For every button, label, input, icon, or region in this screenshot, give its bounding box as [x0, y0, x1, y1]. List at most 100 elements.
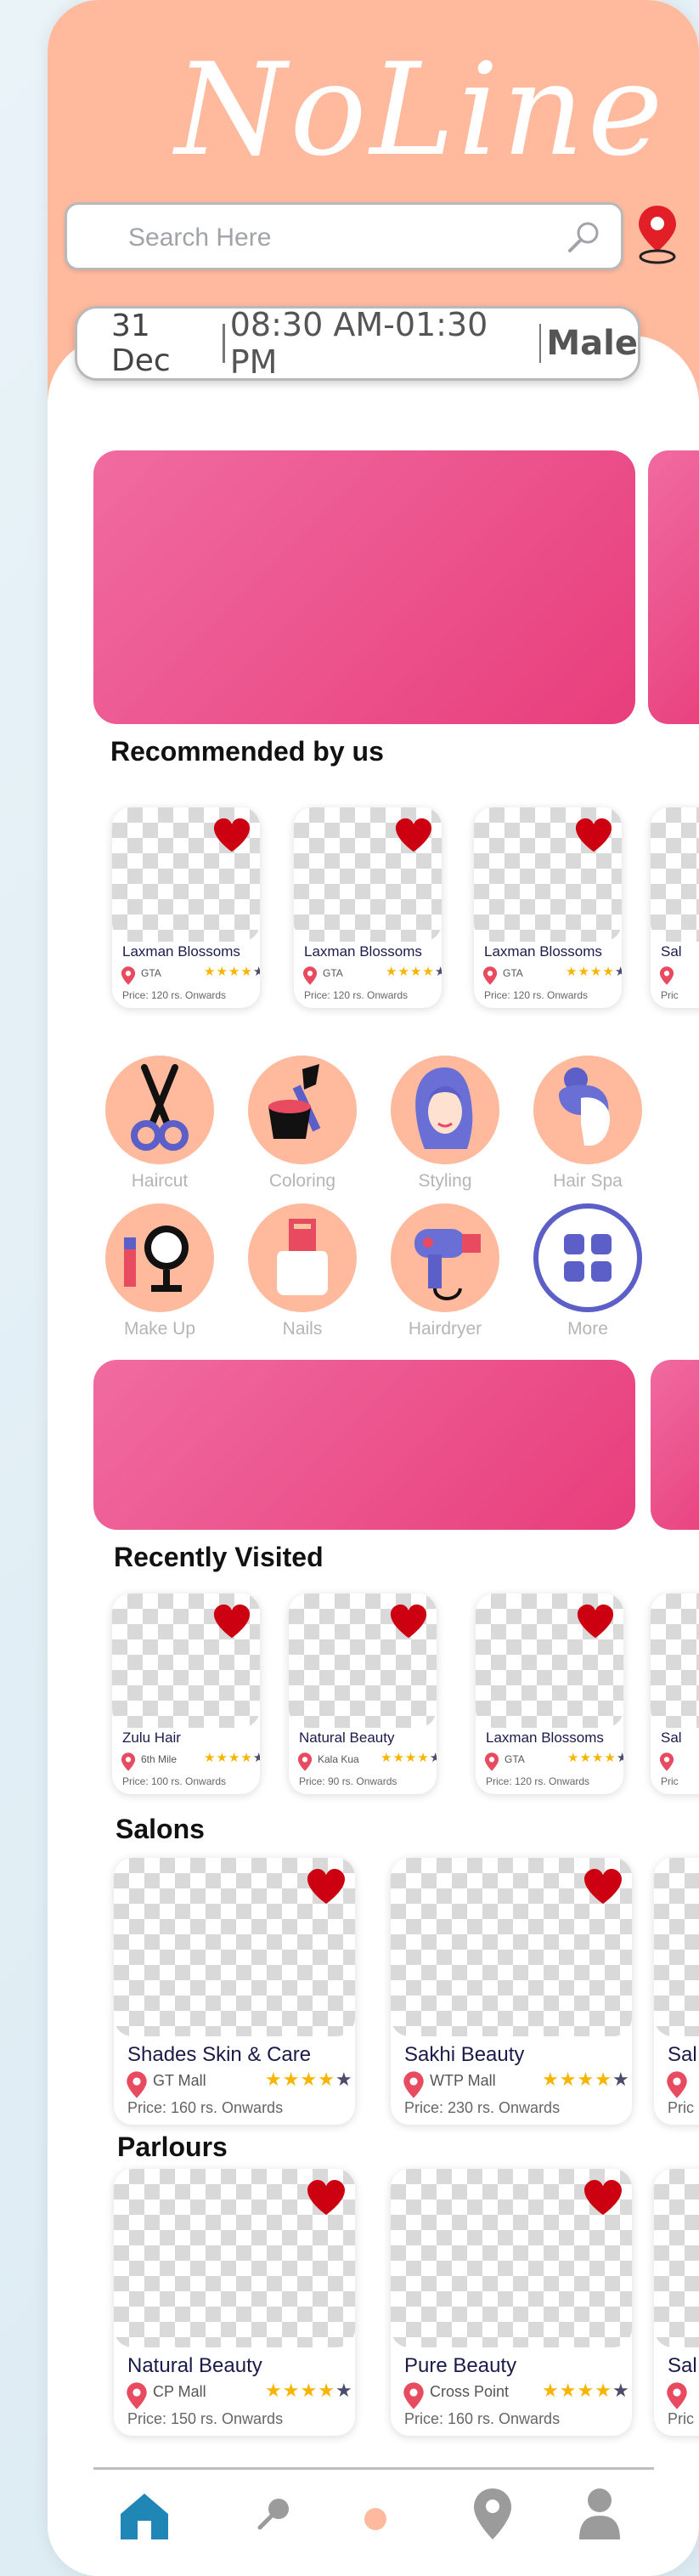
favorite-heart-icon[interactable]: [306, 2177, 347, 2222]
grid-more-icon: [538, 1209, 637, 1307]
place-name: Natural Beauty: [299, 1730, 395, 1746]
category-label: Hair Spa: [553, 1171, 623, 1191]
place-price: Price: 120 rs. Onwards: [304, 989, 409, 1001]
favorite-heart-icon[interactable]: [583, 1866, 623, 1911]
favorite-heart-icon[interactable]: [576, 1602, 615, 1645]
place-price: Pric: [661, 1775, 679, 1787]
rating-stars: ★★★★★: [542, 2380, 630, 2401]
place-card[interactable]: Sal Pric: [654, 2169, 699, 2436]
promo-banner[interactable]: [93, 1360, 635, 1530]
place-card[interactable]: Laxman Blossoms GTA ★★★★★ Price: 120 rs. On…: [112, 807, 260, 1008]
nav-divider: [93, 2467, 654, 2470]
category-styling[interactable]: [391, 1056, 499, 1164]
location-pin-icon: [659, 1752, 674, 1776]
search-input[interactable]: [127, 222, 538, 254]
promo-banner[interactable]: [93, 450, 635, 724]
place-price: Price: 230 rs. Onwards: [404, 2099, 561, 2116]
place-name: Natural Beauty: [127, 2354, 262, 2377]
rating-stars: ★★★★★: [381, 1751, 437, 1765]
place-location: GTA: [503, 967, 523, 979]
category-coloring[interactable]: [248, 1056, 357, 1164]
gender-selector[interactable]: Male: [543, 324, 638, 363]
category-label: Styling: [418, 1171, 472, 1191]
place-image: [651, 807, 699, 942]
dot-icon[interactable]: [364, 2507, 387, 2531]
place-card[interactable]: Laxman Blossoms GTA ★★★★★ Price: 120 rs. On…: [294, 807, 442, 1008]
place-card[interactable]: Zulu Hair 6th Mile ★★★★★ Price: 100 rs. Onw…: [112, 1594, 260, 1794]
place-image: [654, 1858, 699, 2036]
place-image: [654, 2169, 699, 2347]
place-image: [651, 1594, 699, 1728]
place-card[interactable]: Pure Beauty Cross Point ★★★★★ Price: 160 rs…: [391, 2169, 632, 2436]
favorite-heart-icon[interactable]: [394, 816, 433, 859]
place-name: Laxman Blossoms: [486, 1730, 604, 1746]
place-location: CP Mall: [153, 2383, 206, 2400]
place-location: GTA: [141, 967, 161, 979]
promo-banner-next[interactable]: [648, 450, 699, 724]
category-make-up[interactable]: [105, 1203, 214, 1312]
place-price: Price: 160 rs. Onwards: [404, 2410, 561, 2427]
divider: [538, 324, 542, 363]
place-name: Laxman Blossoms: [484, 943, 602, 960]
location-pin-icon: [659, 965, 674, 990]
place-card[interactable]: Shades Skin & Care GT Mall ★★★★★ Price: 160…: [114, 1858, 355, 2125]
favorite-heart-icon[interactable]: [583, 2177, 623, 2222]
place-card[interactable]: Sal Pric: [651, 1594, 699, 1794]
place-name: Shades Skin & Care: [127, 2043, 312, 2066]
place-location: Kala Kua: [318, 1753, 359, 1765]
place-name: Sal: [668, 2354, 697, 2377]
hairdryer-icon: [391, 1203, 499, 1312]
location-pin-icon: [121, 1752, 136, 1776]
rating-stars: ★★★★★: [566, 965, 622, 979]
place-price: Pric: [668, 2410, 694, 2427]
place-name: Sal: [661, 1730, 682, 1746]
location-icon[interactable]: [472, 2487, 513, 2541]
location-pin-icon: [482, 965, 498, 990]
place-price: Pric: [661, 989, 679, 1001]
time-selector[interactable]: 08:30 AM-01:30 PM: [227, 306, 531, 381]
location-pin-icon: [121, 965, 136, 990]
section-title-recommended: Recommended by us: [110, 736, 384, 767]
place-card[interactable]: Sakhi Beauty WTP Mall ★★★★★ Price: 230 rs. …: [391, 1858, 632, 2125]
favorite-heart-icon[interactable]: [389, 1602, 428, 1645]
place-card[interactable]: Natural Beauty Kala Kua ★★★★★ Price: 90 rs.…: [289, 1594, 437, 1794]
favorite-heart-icon[interactable]: [212, 816, 251, 859]
home-icon[interactable]: [117, 2490, 172, 2541]
date-selector[interactable]: 31 Dec: [77, 309, 214, 378]
place-price: Price: 100 rs. Onwards: [122, 1775, 227, 1787]
search-icon[interactable]: [565, 218, 602, 256]
category-hairdryer[interactable]: [391, 1203, 499, 1312]
place-price: Price: 120 rs. Onwards: [484, 989, 589, 1001]
place-card[interactable]: Laxman Blossoms GTA ★★★★★ Price: 120 rs. On…: [474, 807, 622, 1008]
favorite-heart-icon[interactable]: [306, 1866, 347, 1911]
place-card[interactable]: Natural Beauty CP Mall ★★★★★ Price: 150 rs.…: [114, 2169, 355, 2436]
place-card[interactable]: Sal Pric: [651, 807, 699, 1008]
location-pin-icon[interactable]: [635, 204, 679, 265]
place-card[interactable]: Sal Pric: [654, 1858, 699, 2125]
scissors-icon: [105, 1056, 214, 1164]
place-location: WTP Mall: [430, 2072, 496, 2089]
favorite-heart-icon[interactable]: [574, 816, 613, 859]
woman-styling-icon: [391, 1056, 499, 1164]
category-hair-spa[interactable]: [533, 1056, 642, 1164]
location-pin-icon: [484, 1752, 499, 1776]
category-more[interactable]: [533, 1203, 642, 1312]
favorite-heart-icon[interactable]: [212, 1602, 251, 1645]
place-price: Price: 120 rs. Onwards: [486, 1775, 590, 1787]
search-bar[interactable]: [65, 202, 623, 270]
search-icon[interactable]: [256, 2495, 292, 2531]
place-price: Price: 120 rs. Onwards: [122, 989, 227, 1001]
category-label: More: [567, 1319, 608, 1339]
makeup-mirror-icon: [105, 1203, 214, 1312]
place-name: Sakhi Beauty: [404, 2043, 525, 2066]
promo-banner-next[interactable]: [651, 1360, 699, 1530]
profile-icon[interactable]: [578, 2487, 622, 2539]
rating-stars: ★★★★★: [567, 1751, 623, 1765]
booking-filter-bar[interactable]: 31 Dec 08:30 AM-01:30 PM Male: [75, 306, 640, 381]
category-nails[interactable]: [248, 1203, 357, 1312]
section-title-salons: Salons: [116, 1814, 205, 1844]
category-haircut[interactable]: [105, 1056, 214, 1164]
place-price: Price: 150 rs. Onwards: [127, 2410, 284, 2427]
place-name: Sal: [668, 2043, 697, 2066]
place-card[interactable]: Laxman Blossoms GTA ★★★★★ Price: 120 rs. On…: [476, 1594, 623, 1794]
